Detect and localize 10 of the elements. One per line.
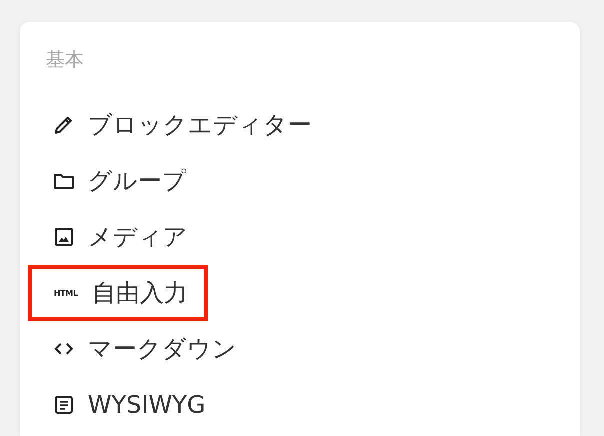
image-icon: [52, 225, 76, 249]
html-icon: HTML: [52, 288, 80, 298]
menu-item[interactable]: ブロックエディター: [28, 97, 332, 153]
menu-item[interactable]: マークダウン: [28, 321, 257, 377]
menu-item[interactable]: WYSIWYG: [28, 377, 226, 433]
menu-item[interactable]: HTML 自由入力: [28, 265, 208, 321]
section-heading: 基本: [46, 48, 85, 72]
menu-item[interactable]: メディア: [28, 209, 208, 265]
menu-item[interactable]: グループ: [28, 153, 207, 209]
document-icon: [52, 393, 76, 417]
